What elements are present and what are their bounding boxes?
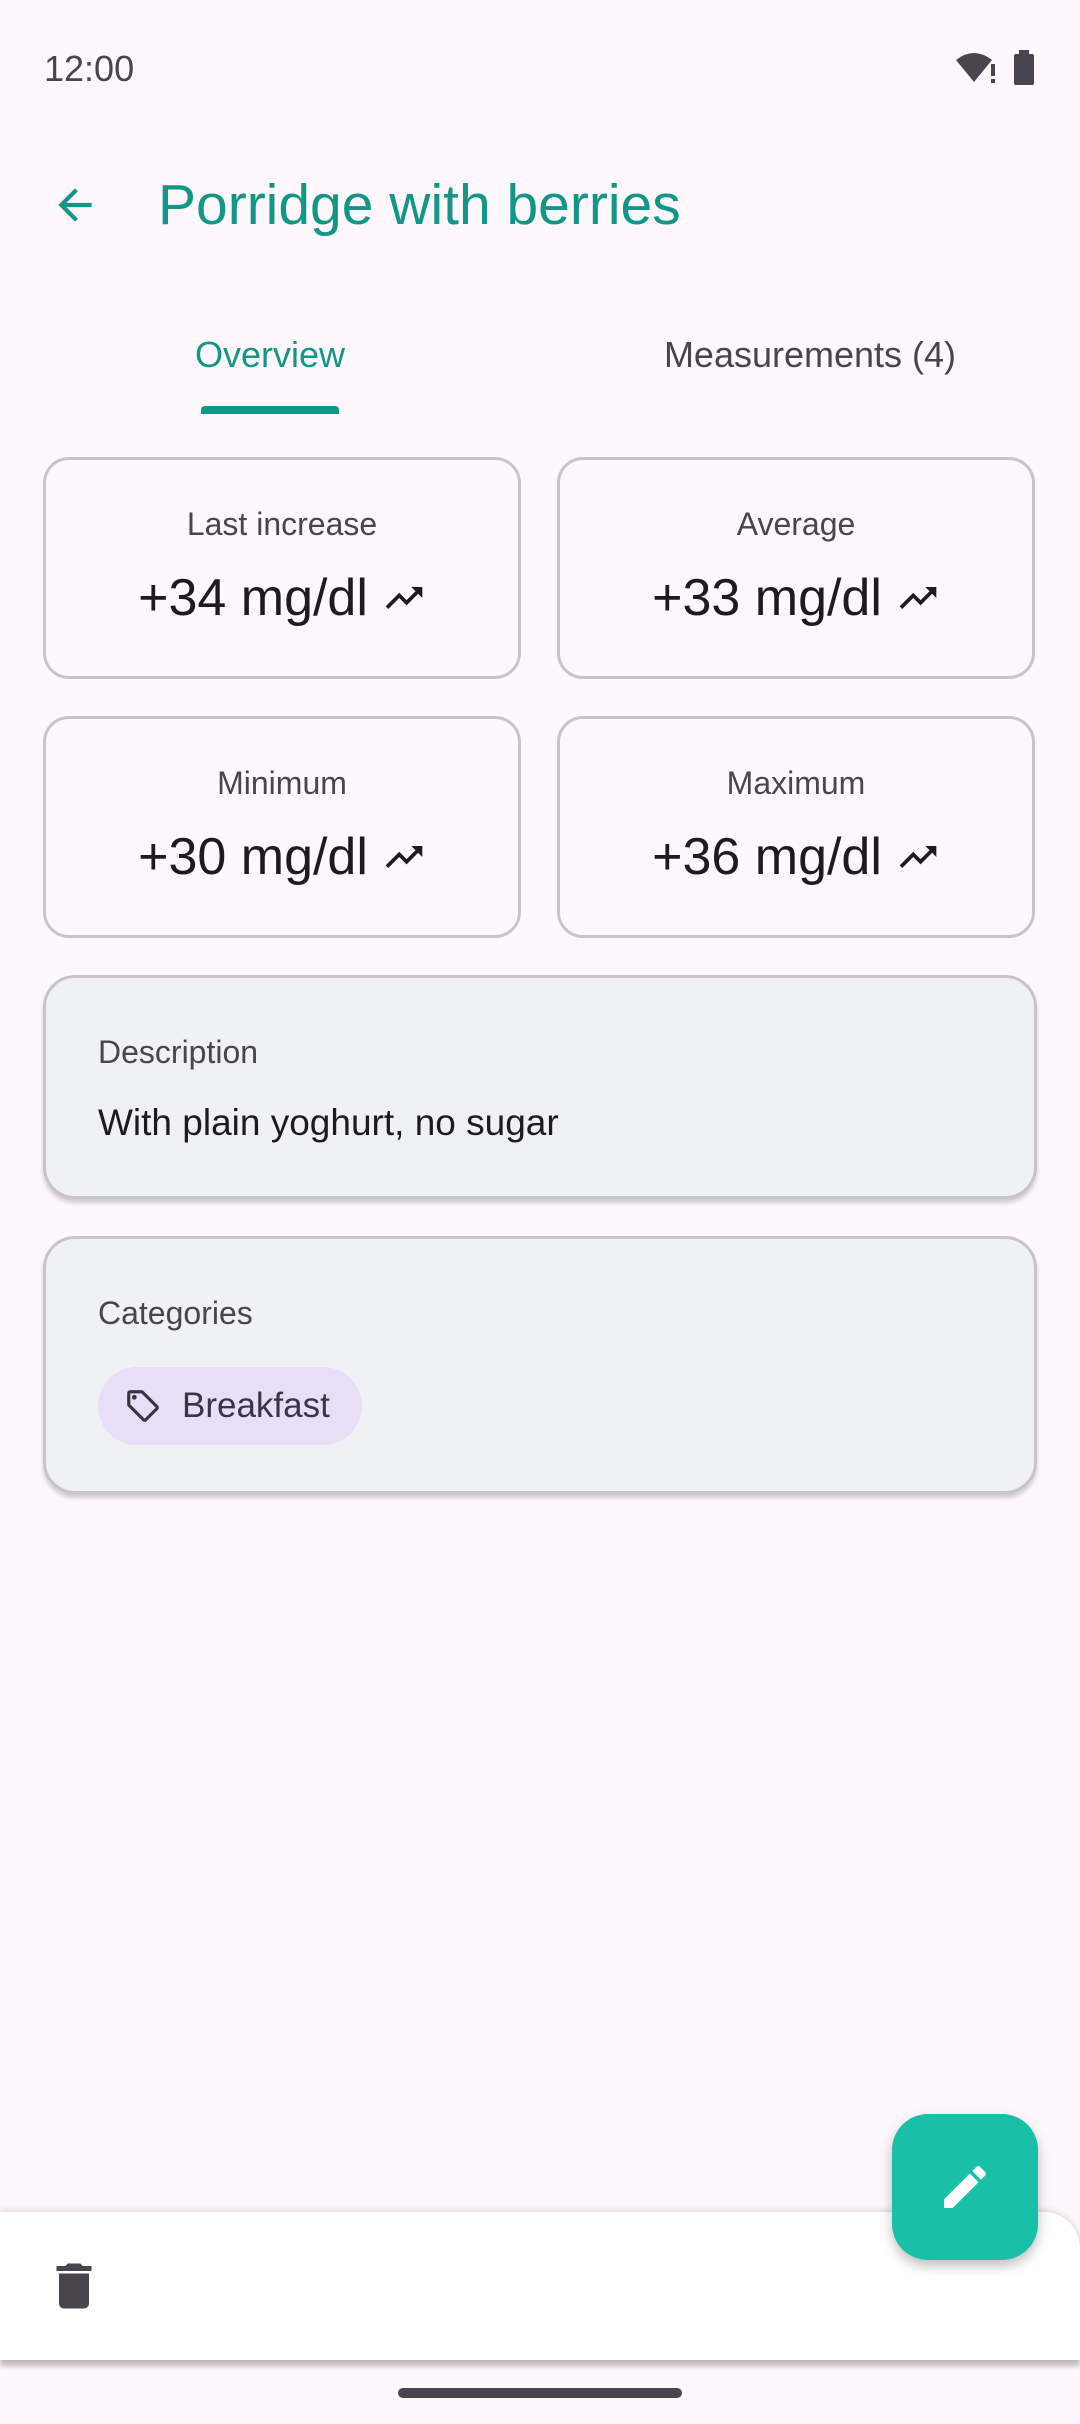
status-time: 12:00 [44,48,135,89]
stat-value-row: +30 mg/dl [46,827,518,887]
stat-value: +34 mg/dl [138,569,368,627]
stat-value-row: +33 mg/dl [560,568,1032,628]
stat-value-row: +36 mg/dl [560,827,1032,887]
tab-overview[interactable]: Overview [0,305,540,405]
categories-card: Categories Breakfast [43,1236,1037,1494]
trending-up-icon [899,846,937,868]
pencil-icon [944,2165,987,2208]
stat-label: Last increase [186,506,378,542]
status-bar: 12:00 [0,0,1080,140]
description-card: Description With plain yoghurt, no sugar [43,975,1037,1199]
wifi-alert-icon [956,53,995,83]
categories-label: Categories [98,1295,253,1331]
tab-measurements[interactable]: Measurements (4) [540,305,1080,405]
trending-up-icon [899,587,937,609]
tag-icon [127,1390,159,1422]
trending-up-icon [385,846,423,868]
delete-button[interactable] [44,2256,104,2316]
arrow-back-icon [58,188,92,222]
edit-fab[interactable] [892,2114,1038,2260]
stat-label: Average [736,506,856,542]
stat-card-average: Average +33 mg/dl [557,457,1035,679]
trending-up-icon [385,587,423,609]
status-icons [954,50,1036,86]
stat-value: +33 mg/dl [652,569,882,627]
screen: 12:00 Porridge with berries Overview Mea… [0,0,1080,2424]
back-button[interactable] [40,170,110,240]
description-text: With plain yoghurt, no sugar [98,1102,559,1143]
category-chip-label: Breakfast [182,1386,330,1425]
gesture-nav-handle[interactable] [398,2388,682,2398]
stat-card-minimum: Minimum +30 mg/dl [43,716,521,938]
tab-measurements-label: Measurements (4) [663,334,957,375]
stat-value: +30 mg/dl [138,828,368,886]
top-app-bar: Porridge with berries [0,150,1080,260]
tab-bar: Overview Measurements (4) [0,305,1080,415]
page-title: Porridge with berries [158,173,681,237]
trash-icon [56,2263,92,2309]
stat-card-maximum: Maximum +36 mg/dl [557,716,1035,938]
stat-card-last-increase: Last increase +34 mg/dl [43,457,521,679]
stat-label: Maximum [726,765,866,801]
category-chip[interactable]: Breakfast [98,1367,362,1445]
tab-indicator [201,406,339,414]
stat-value: +36 mg/dl [652,828,882,886]
stat-label: Minimum [217,765,347,801]
description-label: Description [98,1034,259,1070]
battery-icon [1014,50,1034,85]
stat-value-row: +34 mg/dl [46,568,518,628]
tab-overview-label: Overview [194,334,346,375]
